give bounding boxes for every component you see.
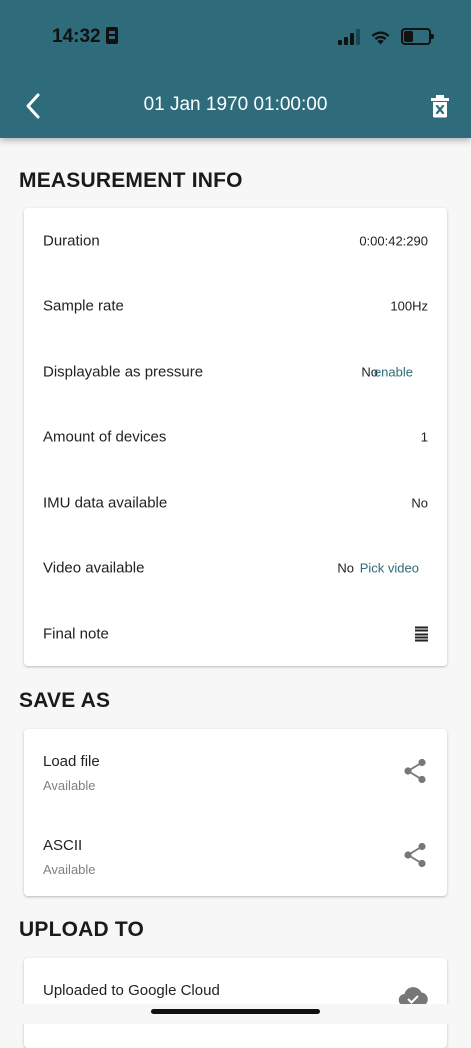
save-as-heading: SAVE AS (19, 689, 111, 712)
pick-video-button[interactable]: Pick video (360, 561, 419, 576)
cellular-signal-icon (338, 28, 360, 45)
wifi-icon (371, 31, 390, 44)
load-file-title: Load file (43, 753, 100, 770)
devices-value: 1 (420, 429, 428, 445)
sample-rate-row: Sample rate 100Hz (24, 276, 447, 336)
ascii-status: Available (43, 862, 96, 877)
pressure-row: Displayable as pressure No enable (24, 342, 447, 402)
imu-row: IMU data available No (24, 473, 447, 533)
share-icon[interactable] (403, 758, 427, 784)
save-ascii-row[interactable]: ASCII Available (24, 813, 447, 897)
status-time: 14:32 (52, 26, 118, 48)
app-bar: 14:32 01 Jan 1970 01:00:00 (0, 0, 471, 138)
final-note-label: Final note (43, 625, 109, 643)
imu-value: No (411, 495, 428, 511)
duration-label: Duration (43, 232, 100, 250)
battery-icon (401, 28, 434, 45)
imu-label: IMU data available (43, 494, 168, 512)
duration-value: 0:00:42:290 (359, 233, 428, 249)
video-value: No (337, 560, 354, 576)
devices-row: Amount of devices 1 (24, 407, 447, 467)
page-title: 01 Jan 1970 01:00:00 (143, 94, 328, 115)
share-icon[interactable] (403, 842, 427, 868)
video-row: Video available No Pick video (24, 538, 447, 598)
save-load-file-row[interactable]: Load file Available (24, 729, 447, 813)
video-label: Video available (43, 559, 145, 577)
delete-button[interactable] (429, 94, 451, 118)
upload-to-heading: UPLOAD TO (19, 918, 145, 941)
measurement-info-heading: MEASUREMENT INFO (19, 169, 243, 192)
note-icon[interactable] (415, 626, 428, 642)
devices-label: Amount of devices (43, 428, 167, 446)
enable-pressure-button[interactable]: enable (374, 365, 413, 380)
duration-row: Duration 0:00:42:290 (24, 211, 447, 271)
measurement-info-card: Duration 0:00:42:290 Sample rate 100Hz D… (24, 208, 447, 666)
bottom-safe-area (0, 1004, 471, 1024)
google-cloud-upload-label: Uploaded to Google Cloud (43, 982, 220, 999)
status-icons (338, 28, 434, 45)
upload-to-card: Uploaded to Google Cloud (24, 958, 447, 1048)
sample-rate-value: 100Hz (390, 298, 428, 314)
load-file-status: Available (43, 778, 96, 793)
pressure-label: Displayable as pressure (43, 363, 204, 381)
save-as-card: Load file Available ASCII Available (24, 729, 447, 896)
final-note-row[interactable]: Final note (24, 604, 447, 664)
home-indicator[interactable] (151, 1009, 320, 1014)
sim-card-icon (105, 27, 118, 44)
sample-rate-label: Sample rate (43, 297, 124, 315)
ascii-title: ASCII (43, 837, 83, 854)
